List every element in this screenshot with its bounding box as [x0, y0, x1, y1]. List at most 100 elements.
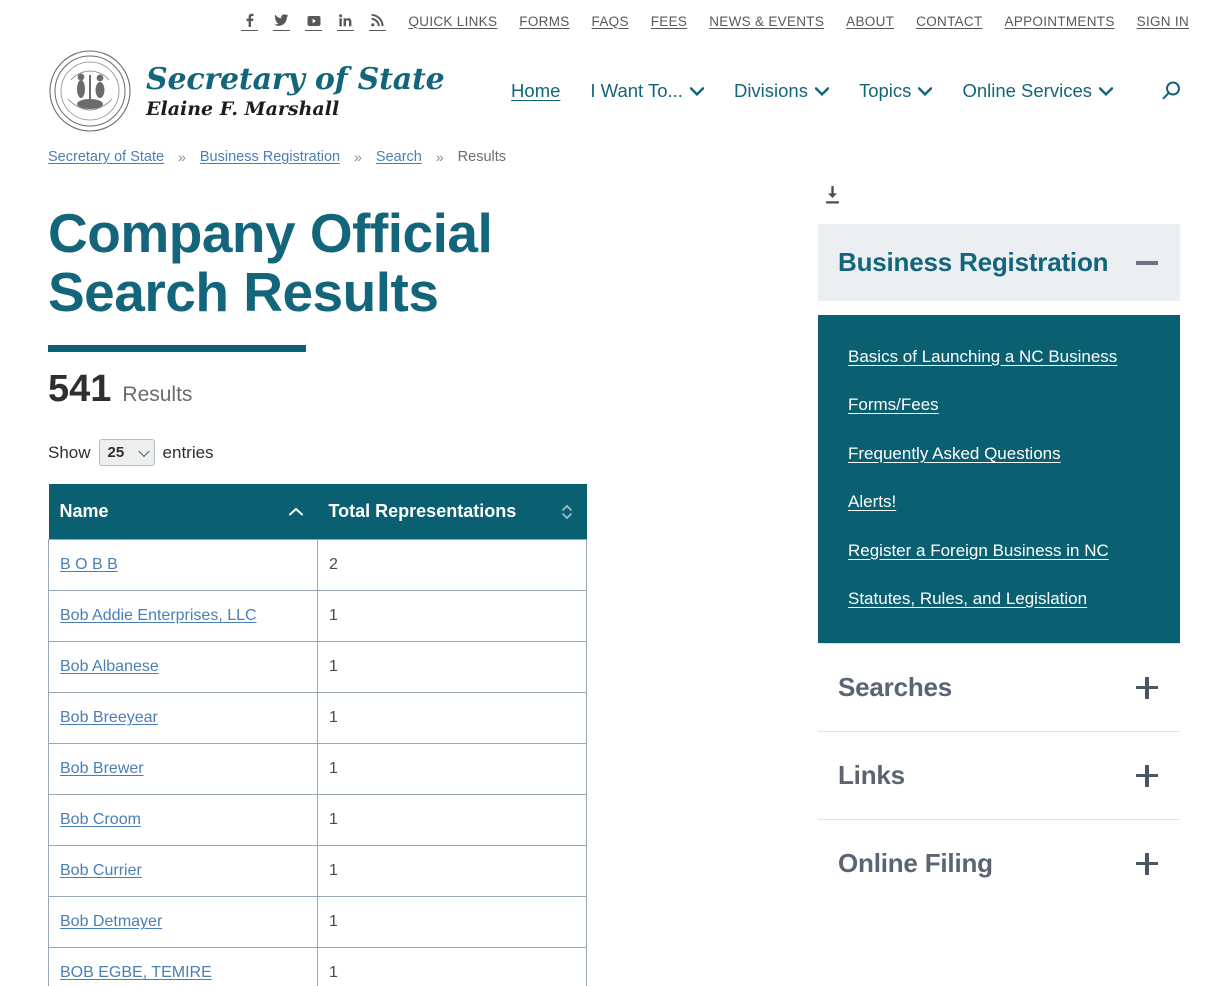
util-link-forms[interactable]: FORMS: [519, 14, 569, 29]
util-link-news-events[interactable]: NEWS & EVENTS: [709, 14, 824, 29]
main-navigation: Home I Want To... Divisions Topics Onlin…: [511, 79, 1189, 103]
results-count-number: 541: [48, 367, 112, 410]
sidebar-accordion-searches[interactable]: Searches: [818, 643, 1180, 731]
cell-name: Bob Brewer: [48, 743, 318, 796]
sidebar-link-alerts[interactable]: Alerts!: [848, 492, 1150, 512]
sidebar-link-forms-fees[interactable]: Forms/Fees: [848, 395, 1150, 415]
nav-item-divisions-label: Divisions: [733, 80, 808, 101]
sidebar-accordion-links[interactable]: Links: [818, 731, 1180, 819]
linkedin-icon[interactable]: [337, 12, 355, 31]
cell-name: Bob Currier: [48, 845, 318, 898]
breadcrumb-separator: »: [435, 149, 444, 165]
company-official-link[interactable]: B O B B: [60, 556, 118, 573]
company-official-link[interactable]: Bob Croom: [60, 811, 141, 828]
chevron-down-icon: [689, 86, 704, 96]
nav-item-divisions[interactable]: Divisions: [734, 80, 829, 102]
company-official-link[interactable]: Bob Albanese: [60, 658, 159, 675]
nav-item-i-want-to-label: I Want To...: [590, 80, 683, 101]
nav-item-topics[interactable]: Topics: [859, 80, 933, 102]
nav-item-home-label: Home: [511, 80, 561, 101]
company-official-link[interactable]: Bob Currier: [60, 862, 142, 879]
column-header-name[interactable]: Name: [48, 484, 318, 540]
company-official-link[interactable]: Bob Brewer: [60, 760, 144, 777]
column-header-name-label: Name: [59, 501, 109, 522]
plus-icon[interactable]: [1136, 764, 1158, 787]
util-link-sign-in[interactable]: SIGN IN: [1137, 14, 1189, 29]
site-logo[interactable]: Secretary of State Elaine F. Marshall: [48, 49, 445, 133]
table-row: Bob Currier 1: [48, 845, 587, 898]
cell-total-representations: 1: [317, 845, 587, 898]
breadcrumb-item-secretary-of-state[interactable]: Secretary of State: [48, 149, 164, 165]
results-summary: 541 Results: [48, 368, 818, 411]
download-row: [818, 182, 1180, 224]
brand-subtitle: Elaine F. Marshall: [146, 98, 340, 120]
breadcrumb-separator: »: [178, 149, 186, 165]
facebook-icon[interactable]: [241, 12, 259, 31]
breadcrumb-separator: »: [354, 149, 362, 165]
util-link-faqs[interactable]: FAQS: [592, 14, 629, 29]
company-official-link[interactable]: Bob Detmayer: [60, 913, 162, 930]
table-row: B O B B 2: [48, 539, 587, 592]
sidebar-link-frequently-asked-questions[interactable]: Frequently Asked Questions: [848, 444, 1150, 464]
company-official-link[interactable]: Bob Addie Enterprises, LLC: [60, 607, 257, 624]
plus-icon[interactable]: [1136, 676, 1158, 699]
nav-item-i-want-to[interactable]: I Want To...: [590, 80, 704, 102]
table-row: Bob Croom 1: [48, 794, 587, 847]
table-row: Bob Addie Enterprises, LLC 1: [48, 590, 587, 643]
sidebar-link-basics-of-launching-a-nc-business[interactable]: Basics of Launching a NC Business: [848, 347, 1150, 367]
search-icon[interactable]: [1159, 79, 1183, 103]
cell-total-representations: 1: [317, 794, 587, 847]
twitter-icon[interactable]: [273, 12, 291, 31]
sidebar-link-register-a-foreign-business-in-nc[interactable]: Register a Foreign Business in NC: [848, 541, 1150, 561]
search-results-table: Name Total Representations B O B B 2 Bob…: [48, 484, 587, 986]
cell-name: Bob Croom: [48, 794, 318, 847]
sidebar-accordion-searches-title: Searches: [838, 672, 953, 703]
util-link-appointments[interactable]: APPOINTMENTS: [1005, 14, 1115, 29]
cell-total-representations: 1: [317, 947, 587, 986]
cell-name: B O B B: [48, 539, 318, 592]
utility-links: QUICK LINKS FORMS FAQS FEES NEWS & EVENT…: [408, 14, 1189, 29]
chevron-down-icon: [814, 86, 829, 96]
util-link-contact[interactable]: CONTACT: [916, 14, 982, 29]
breadcrumb: Secretary of State » Business Registrati…: [0, 140, 1217, 174]
sidebar-accordion-online-filing[interactable]: Online Filing: [818, 819, 1180, 907]
nav-item-online-services-label: Online Services: [962, 80, 1092, 101]
company-official-link[interactable]: BOB EGBE, TEMIRE: [60, 964, 212, 981]
entries-per-page-select[interactable]: 102550100: [98, 438, 155, 467]
cell-total-representations: 2: [317, 539, 587, 592]
util-link-quick-links[interactable]: QUICK LINKS: [408, 14, 497, 29]
cell-total-representations: 1: [317, 743, 587, 796]
cell-total-representations: 1: [317, 692, 587, 745]
table-row: Bob Breeyear 1: [48, 692, 587, 745]
column-header-total-label: Total Representations: [328, 501, 517, 522]
sidebar-link-statutes-rules-and-legislation[interactable]: Statutes, Rules, and Legislation: [848, 589, 1150, 609]
cell-total-representations: 1: [317, 896, 587, 949]
youtube-icon[interactable]: [305, 12, 323, 31]
download-icon[interactable]: [824, 186, 841, 205]
title-underline-rule: [48, 344, 306, 352]
page-body: Company Official Search Results 541 Resu…: [0, 174, 1217, 986]
sidebar-accordion-title: Business Registration: [838, 247, 1109, 277]
nav-item-online-services[interactable]: Online Services: [962, 80, 1113, 102]
minus-icon[interactable]: [1136, 260, 1158, 265]
company-official-link[interactable]: Bob Breeyear: [60, 709, 158, 726]
breadcrumb-item-search[interactable]: Search: [376, 149, 422, 165]
chevron-down-icon: [1099, 86, 1113, 96]
entries-label: entries: [162, 442, 214, 462]
nav-item-home[interactable]: Home: [511, 80, 560, 102]
util-link-about[interactable]: ABOUT: [846, 14, 894, 29]
table-body: B O B B 2 Bob Addie Enterprises, LLC 1 Bob A…: [48, 539, 587, 986]
sidebar-accordion-online-filing-title: Online Filing: [838, 848, 993, 879]
cell-name: Bob Albanese: [48, 641, 318, 694]
cell-name: BOB EGBE, TEMIRE: [48, 947, 318, 986]
column-header-total-representations[interactable]: Total Representations: [317, 484, 587, 540]
breadcrumb-item-business-registration[interactable]: Business Registration: [200, 149, 340, 165]
plus-icon[interactable]: [1136, 852, 1158, 875]
rss-icon[interactable]: [369, 12, 387, 31]
sidebar: Business Registration Basics of Launchin…: [818, 174, 1180, 986]
sidebar-accordion-business-registration[interactable]: Business Registration: [818, 224, 1180, 301]
util-link-fees[interactable]: FEES: [651, 14, 687, 29]
utility-bar: QUICK LINKS FORMS FAQS FEES NEWS & EVENT…: [0, 0, 1217, 42]
page-title: Company Official Search Results: [48, 202, 493, 324]
brand-title: Secretary of State: [146, 62, 445, 97]
